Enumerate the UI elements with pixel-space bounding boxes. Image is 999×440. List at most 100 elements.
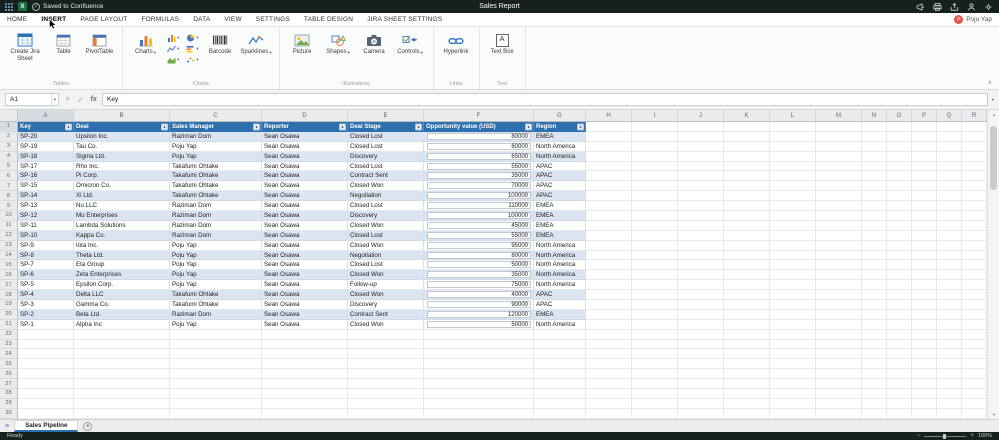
data-cell[interactable]: 90000	[424, 300, 534, 310]
data-cell[interactable]: Upsilon Inc.	[74, 131, 170, 142]
data-cell[interactable]: Sean Osawa	[262, 161, 348, 172]
column-header-N[interactable]: N	[862, 110, 887, 122]
data-cell[interactable]: SP-9	[18, 240, 74, 251]
empty-cell[interactable]	[678, 151, 724, 162]
data-cell[interactable]: SP-1	[18, 319, 74, 330]
table-header-cell[interactable]: Reporter ▾	[262, 122, 348, 132]
filter-button[interactable]: ▾	[339, 123, 346, 131]
empty-cell[interactable]	[816, 290, 862, 301]
empty-cell[interactable]	[586, 319, 632, 330]
announcement-icon[interactable]	[915, 2, 925, 11]
column-header-Q[interactable]: Q	[937, 110, 962, 122]
empty-cell[interactable]	[586, 309, 632, 320]
data-cell[interactable]: North America	[534, 141, 586, 152]
data-cell[interactable]: Raziman Dom	[170, 220, 262, 231]
empty-cell[interactable]	[170, 329, 262, 340]
empty-cell[interactable]	[937, 398, 962, 409]
empty-cell[interactable]	[937, 181, 962, 192]
empty-cell[interactable]	[816, 131, 862, 142]
menu-tab-data[interactable]: DATA	[186, 13, 217, 26]
data-cell[interactable]: EMEA	[534, 220, 586, 231]
empty-cell[interactable]	[534, 379, 586, 390]
empty-cell[interactable]	[770, 280, 816, 291]
user-icon[interactable]	[966, 2, 976, 11]
empty-cell[interactable]	[887, 220, 912, 231]
empty-cell[interactable]	[962, 240, 987, 251]
empty-cell[interactable]	[770, 389, 816, 399]
menu-tab-jira-sheet-settings[interactable]: JIRA SHEET SETTINGS	[360, 13, 449, 26]
data-cell[interactable]: SP-7	[18, 260, 74, 271]
row-header-30[interactable]: 30	[0, 408, 18, 419]
filter-button[interactable]: ▾	[577, 123, 584, 131]
data-cell[interactable]: Beta Ltd.	[74, 309, 170, 320]
table-header-cell[interactable]: Key ▾	[18, 122, 74, 132]
data-cell[interactable]: APAC	[534, 161, 586, 172]
empty-cell[interactable]	[937, 319, 962, 330]
empty-cell[interactable]	[912, 151, 937, 162]
empty-cell[interactable]	[862, 201, 887, 212]
empty-cell[interactable]	[678, 191, 724, 202]
column-header-B[interactable]: B	[74, 110, 170, 122]
empty-cell[interactable]	[678, 379, 724, 390]
empty-cell[interactable]	[912, 270, 937, 281]
data-cell[interactable]: Delta LLC	[74, 290, 170, 301]
empty-cell[interactable]	[887, 349, 912, 360]
filter-button[interactable]: ▾	[525, 123, 532, 131]
data-cell[interactable]: Closed Lost	[348, 201, 424, 212]
empty-cell[interactable]	[678, 181, 724, 192]
row-header-21[interactable]: 21	[0, 319, 18, 330]
function-icon[interactable]: fx	[89, 96, 98, 103]
data-cell[interactable]: 100000	[424, 211, 534, 221]
data-cell[interactable]: EMEA	[534, 309, 586, 320]
data-cell[interactable]: SP-13	[18, 201, 74, 212]
empty-cell[interactable]	[724, 309, 770, 320]
data-cell[interactable]: 35000	[424, 270, 534, 281]
empty-cell[interactable]	[678, 319, 724, 330]
empty-cell[interactable]	[262, 339, 348, 350]
empty-cell[interactable]	[586, 270, 632, 281]
empty-cell[interactable]	[962, 349, 987, 360]
empty-cell[interactable]	[962, 211, 987, 221]
empty-cell[interactable]	[586, 300, 632, 310]
empty-cell[interactable]	[632, 141, 678, 152]
empty-cell[interactable]	[912, 379, 937, 390]
empty-cell[interactable]	[770, 349, 816, 360]
user-chip[interactable]: P Poju Yap	[954, 15, 999, 24]
empty-cell[interactable]	[348, 408, 424, 419]
empty-cell[interactable]	[816, 319, 862, 330]
data-cell[interactable]: Closed Won	[348, 220, 424, 231]
empty-cell[interactable]	[816, 260, 862, 271]
empty-cell[interactable]	[678, 329, 724, 340]
data-cell[interactable]: Sean Osawa	[262, 300, 348, 310]
data-cell[interactable]: Sean Osawa	[262, 319, 348, 330]
data-cell[interactable]: 50000	[424, 260, 534, 271]
print-icon[interactable]	[932, 2, 942, 11]
data-cell[interactable]: Takafumi Ohtake	[170, 290, 262, 301]
empty-cell[interactable]	[912, 122, 937, 132]
empty-cell[interactable]	[586, 131, 632, 142]
data-cell[interactable]: SP-17	[18, 161, 74, 172]
empty-cell[interactable]	[170, 369, 262, 380]
empty-cell[interactable]	[962, 398, 987, 409]
sparklines-button[interactable]: Sparklines ▾	[240, 30, 273, 56]
empty-cell[interactable]	[887, 270, 912, 281]
empty-cell[interactable]	[724, 220, 770, 231]
accept-icon[interactable]: ✓	[76, 96, 85, 104]
data-cell[interactable]: North America	[534, 260, 586, 271]
empty-cell[interactable]	[937, 379, 962, 390]
data-cell[interactable]: 80000	[424, 250, 534, 261]
empty-cell[interactable]	[912, 408, 937, 419]
data-cell[interactable]: North America	[534, 151, 586, 162]
row-header-2[interactable]: 2	[0, 131, 18, 142]
empty-cell[interactable]	[724, 181, 770, 192]
empty-cell[interactable]	[816, 408, 862, 419]
empty-cell[interactable]	[887, 339, 912, 350]
empty-cell[interactable]	[678, 398, 724, 409]
empty-cell[interactable]	[816, 122, 862, 132]
empty-cell[interactable]	[632, 171, 678, 182]
data-cell[interactable]: Discovery	[348, 211, 424, 221]
empty-cell[interactable]	[724, 122, 770, 132]
empty-cell[interactable]	[170, 389, 262, 399]
data-cell[interactable]: North America	[534, 319, 586, 330]
empty-cell[interactable]	[816, 230, 862, 241]
